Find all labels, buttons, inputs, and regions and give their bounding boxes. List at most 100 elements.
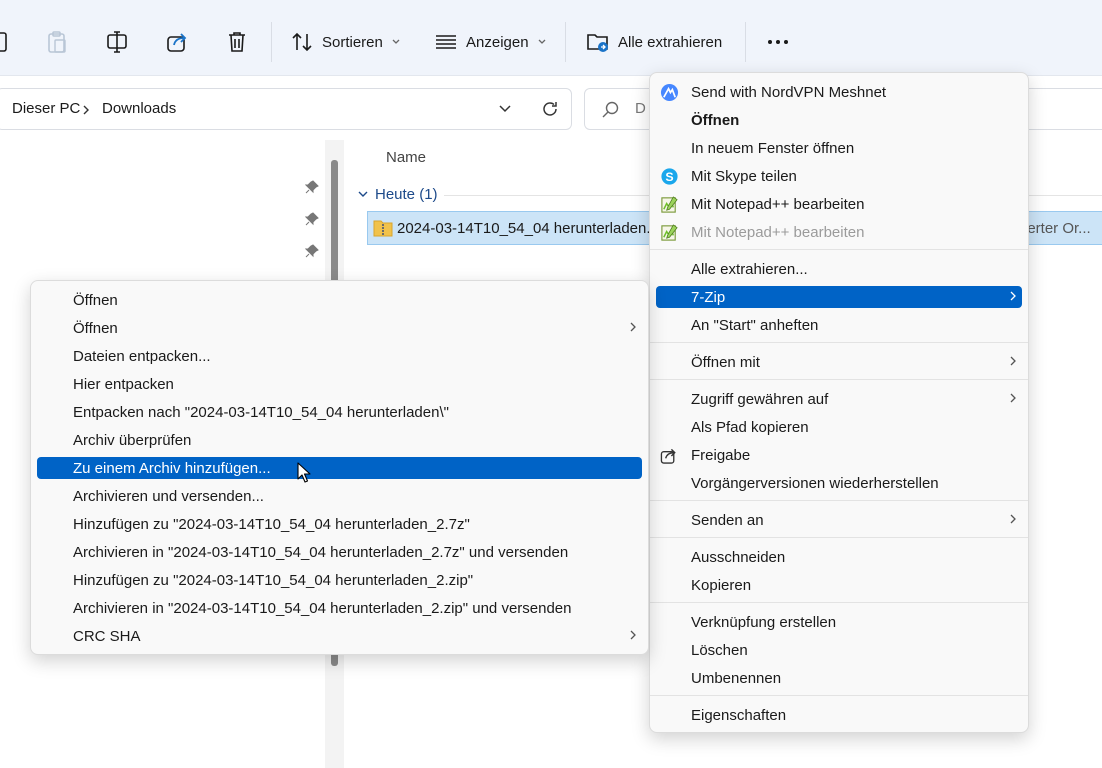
submenu-item-extract-here[interactable]: Hier entpacken <box>37 373 642 395</box>
share-icon <box>167 33 187 52</box>
menu-item-grant-access[interactable]: Zugriff gewähren auf <box>656 388 1022 410</box>
menu-label: Öffnen <box>73 319 118 337</box>
submenu-item-archive-7z-and-email[interactable]: Archivieren in "2024-03-14T10_54_04 heru… <box>37 541 642 563</box>
sevenzip-submenu: Öffnen Öffnen Dateien entpacken... Hier … <box>30 280 649 655</box>
menu-item-pin-to-start[interactable]: An "Start" anheften <box>656 314 1022 336</box>
view-icon <box>436 35 456 49</box>
share-icon <box>660 448 676 464</box>
menu-label: Zu einem Archiv hinzufügen... <box>73 459 271 477</box>
menu-label: An "Start" anheften <box>691 316 819 334</box>
menu-divider <box>650 379 1028 380</box>
menu-label: Archivieren und versenden... <box>73 487 264 505</box>
notepadpp-icon <box>661 196 678 213</box>
menu-item-delete[interactable]: Löschen <box>656 639 1022 661</box>
menu-item-open-with[interactable]: Öffnen mit <box>656 351 1022 373</box>
menu-item-notepadpp[interactable]: Mit Notepad++ bearbeiten <box>656 193 1022 215</box>
delete-button[interactable] <box>226 26 248 58</box>
chevron-down-icon[interactable] <box>498 103 512 115</box>
paste-button[interactable] <box>46 26 68 58</box>
menu-item-7zip[interactable]: 7-Zip <box>656 286 1022 308</box>
more-icon <box>768 40 788 44</box>
command-bar: Sortieren Anzeigen Alle extrahieren <box>0 0 1102 76</box>
address-bar[interactable]: Dieser PC Downloads <box>0 88 572 130</box>
copy-icon <box>0 32 7 52</box>
view-button[interactable]: Anzeigen <box>434 26 547 58</box>
rename-icon <box>107 31 127 53</box>
submenu-item-extract-files[interactable]: Dateien entpacken... <box>37 345 642 367</box>
notepadpp-icon <box>661 224 678 241</box>
context-menu: Send with NordVPN Meshnet Öffnen In neue… <box>649 72 1029 733</box>
chevron-right-icon <box>630 630 636 640</box>
menu-label: Senden an <box>691 511 764 529</box>
skype-icon: S <box>661 168 678 185</box>
group-header-today[interactable]: Heute (1) <box>357 186 438 203</box>
menu-item-cut[interactable]: Ausschneiden <box>656 546 1022 568</box>
submenu-item-crc-sha[interactable]: CRC SHA <box>37 625 642 647</box>
submenu-item-extract-to-folder[interactable]: Entpacken nach "2024-03-14T10_54_04 heru… <box>37 401 642 423</box>
menu-item-skype[interactable]: S Mit Skype teilen <box>656 165 1022 187</box>
submenu-item-add-to-zip[interactable]: Hinzufügen zu "2024-03-14T10_54_04 herun… <box>37 569 642 591</box>
submenu-item-open[interactable]: Öffnen <box>37 289 642 311</box>
menu-item-restore-previous[interactable]: Vorgängerversionen wiederherstellen <box>656 472 1022 494</box>
menu-label: Ausschneiden <box>691 548 786 566</box>
submenu-item-open-submenu[interactable]: Öffnen <box>37 317 642 339</box>
menu-divider <box>650 342 1028 343</box>
menu-item-open[interactable]: Öffnen <box>656 109 1022 131</box>
menu-item-notepadpp-disabled: Mit Notepad++ bearbeiten <box>656 221 1022 243</box>
menu-label: Hinzufügen zu "2024-03-14T10_54_04 herun… <box>73 571 474 589</box>
menu-item-share[interactable]: Freigabe <box>656 444 1022 466</box>
menu-item-send-to[interactable]: Senden an <box>656 509 1022 531</box>
share-button[interactable] <box>166 26 190 58</box>
paste-icon <box>48 31 66 53</box>
pin-icon <box>305 212 319 226</box>
menu-label: Vorgängerversionen wiederherstellen <box>691 474 939 492</box>
menu-item-rename[interactable]: Umbenennen <box>656 667 1022 689</box>
svg-text:S: S <box>665 170 673 184</box>
menu-item-open-new-window[interactable]: In neuem Fenster öffnen <box>656 137 1022 159</box>
rename-button[interactable] <box>106 26 130 58</box>
menu-label: Freigabe <box>691 446 751 464</box>
chevron-right-icon <box>83 105 89 115</box>
group-label: Heute (1) <box>375 186 438 203</box>
chevron-right-icon <box>1010 393 1016 403</box>
search-icon <box>602 101 619 118</box>
extract-all-button[interactable]: Alle extrahieren <box>586 26 722 58</box>
sort-button[interactable]: Sortieren <box>290 26 401 58</box>
sort-label: Sortieren <box>322 33 383 51</box>
menu-label: Archivieren in "2024-03-14T10_54_04 heru… <box>73 543 569 561</box>
menu-label: Umbenennen <box>691 669 782 687</box>
menu-label: Archivieren in "2024-03-14T10_54_04 heru… <box>73 599 572 617</box>
view-label: Anzeigen <box>466 33 529 51</box>
menu-item-copy[interactable]: Kopieren <box>656 574 1022 596</box>
extract-folder-icon <box>587 34 608 52</box>
breadcrumb-downloads[interactable]: Downloads <box>102 100 176 117</box>
zip-folder-icon <box>373 220 393 237</box>
menu-item-extract-all[interactable]: Alle extrahieren... <box>656 258 1022 280</box>
menu-label: Als Pfad kopieren <box>691 418 809 436</box>
more-options-button[interactable] <box>766 26 792 58</box>
menu-item-copy-path[interactable]: Als Pfad kopieren <box>656 416 1022 438</box>
menu-divider <box>650 249 1028 250</box>
menu-label: Send with NordVPN Meshnet <box>691 83 887 101</box>
menu-label: Kopieren <box>691 576 752 594</box>
nordvpn-icon <box>660 83 679 102</box>
submenu-item-archive-and-email[interactable]: Archivieren und versenden... <box>37 485 642 507</box>
menu-label: Entpacken nach "2024-03-14T10_54_04 heru… <box>73 403 449 421</box>
menu-item-create-shortcut[interactable]: Verknüpfung erstellen <box>656 611 1022 633</box>
toolbar-separator <box>745 22 746 62</box>
menu-item-nordvpn[interactable]: Send with NordVPN Meshnet <box>656 81 1022 103</box>
menu-label: Verknüpfung erstellen <box>691 613 837 631</box>
breadcrumb-this-pc[interactable]: Dieser PC <box>12 100 80 117</box>
copy-button[interactable] <box>0 26 8 58</box>
submenu-item-add-to-archive[interactable]: Zu einem Archiv hinzufügen... <box>37 457 642 479</box>
submenu-item-add-to-7z[interactable]: Hinzufügen zu "2024-03-14T10_54_04 herun… <box>37 513 642 535</box>
menu-item-properties[interactable]: Eigenschaften <box>656 704 1022 726</box>
toolbar-separator <box>271 22 272 62</box>
refresh-icon[interactable] <box>540 99 560 119</box>
column-header-name[interactable]: Name <box>386 149 426 166</box>
trash-icon <box>229 32 245 52</box>
submenu-item-archive-zip-and-email[interactable]: Archivieren in "2024-03-14T10_54_04 heru… <box>37 597 642 619</box>
chevron-down-icon <box>358 191 368 197</box>
sort-icon <box>292 32 312 52</box>
submenu-item-test-archive[interactable]: Archiv überprüfen <box>37 429 642 451</box>
